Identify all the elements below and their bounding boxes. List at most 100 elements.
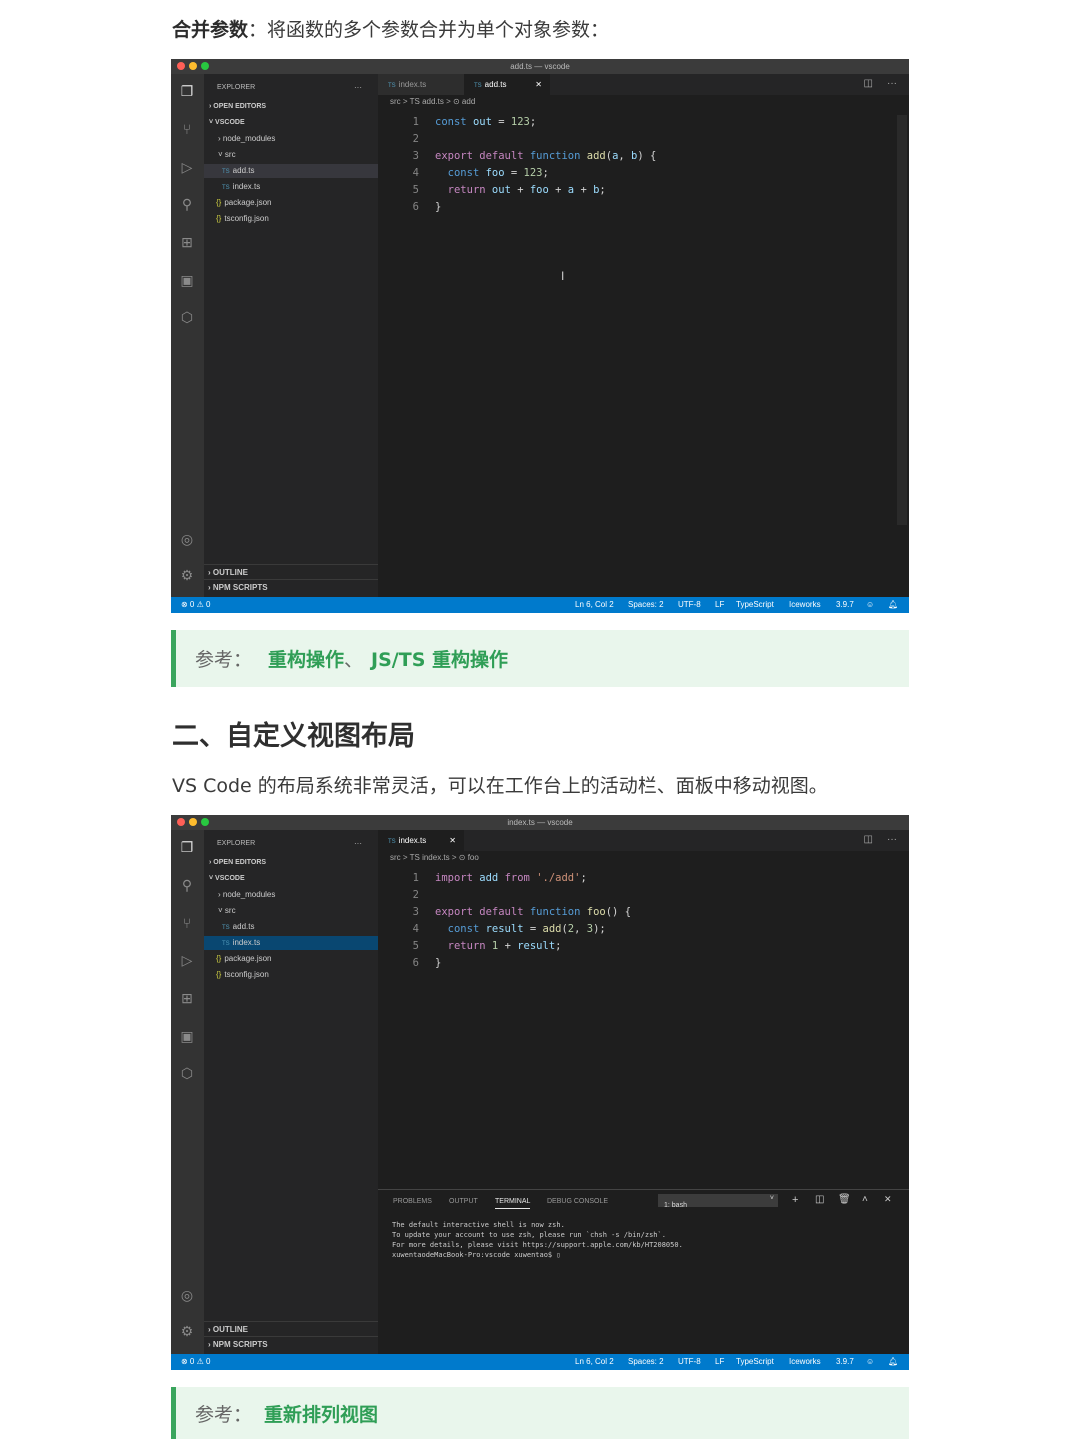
terminal-select[interactable]: 1: bash ˅ [658,1194,778,1209]
tree-item-node-modules[interactable]: › node_modules [204,888,378,902]
maximize-dot[interactable] [201,62,209,70]
bell-icon[interactable]: 🔔︎ [888,597,898,613]
chevron-up-icon[interactable]: ˄ [862,1194,868,1205]
more-actions-icon[interactable]: ··· [354,81,374,95]
gear-icon[interactable]: ⚙ [178,566,196,584]
iceworks-status[interactable]: Iceworks [789,597,821,613]
code-line-5: return out + foo + a + b; [447,184,606,196]
tab-output[interactable]: OUTPUT [449,1198,478,1205]
trash-icon[interactable]: 🗑︎ [838,1194,851,1205]
tree-item-tsconfig-json[interactable]: {} tsconfig.json [204,212,378,226]
tree-item-package-json[interactable]: {} package.json [204,952,378,966]
tab-index-ts[interactable]: TS index.ts [378,74,464,95]
status-bar: ⊗ 0 ⚠ 0 Ln 6, Col 2 Spaces: 2 UTF-8 LF T… [171,597,909,613]
more-actions-icon[interactable]: ··· [354,837,374,851]
extensions-icon[interactable]: ⊞ [178,233,196,251]
tree-item-label: add.ts [232,166,255,175]
refactor-link[interactable]: 重构操作 [268,645,344,672]
problems-status[interactable]: ⊗ 0 ⚠ 0 [181,1354,210,1370]
extensions-icon[interactable]: ⊞ [178,989,196,1007]
tree-item-src[interactable]: ˅ src [204,904,378,918]
close-dot[interactable] [177,818,185,826]
npm-scripts-section[interactable]: › NPM SCRIPTS [204,1336,378,1351]
rearrange-views-link[interactable]: 重新排列视图 [264,1400,378,1427]
eol-status[interactable]: LF [715,597,724,613]
workspace-section[interactable]: ˅ VSCODE [204,872,378,886]
remote-explorer-icon[interactable]: ▣ [178,1027,196,1045]
iceworks-icon[interactable]: ⬡ [178,1064,196,1082]
maximize-dot[interactable] [201,818,209,826]
feedback-icon[interactable]: ☺ [866,597,874,613]
tree-item-package-json[interactable]: {} package.json [204,196,378,210]
outline-section[interactable]: › OUTLINE [204,1321,378,1336]
encoding-status[interactable]: UTF-8 [678,1354,701,1370]
bell-icon[interactable]: 🔔︎ [888,1354,898,1370]
tab-terminal[interactable]: TERMINAL [495,1198,531,1209]
close-panel-icon[interactable]: ✕ [884,1194,892,1205]
tree-item-add-ts[interactable]: TS add.ts [204,920,378,934]
search-icon[interactable]: ⚲ [178,876,196,894]
workspace-section[interactable]: ˅ VSCODE [204,116,378,130]
terminal-output[interactable]: The default interactive shell is now zsh… [378,1220,909,1260]
breadcrumb[interactable]: src > TS index.ts > ⊙ foo [378,851,909,865]
account-icon[interactable]: ◎ [178,530,196,548]
tree-item-node-modules[interactable]: › node_modules [204,132,378,146]
split-editor-icon[interactable]: ◫ [864,834,873,845]
tab-problems[interactable]: PROBLEMS [393,1198,432,1205]
account-icon[interactable]: ◎ [178,1286,196,1304]
encoding-status[interactable]: UTF-8 [678,597,701,613]
npm-scripts-section[interactable]: › NPM SCRIPTS [204,579,378,594]
tree-item-src[interactable]: ˅ src [204,148,378,162]
ts-version-status[interactable]: 3.9.7 [836,597,854,613]
status-bar: ⊗ 0 ⚠ 0 Ln 6, Col 2 Spaces: 2 UTF-8 LF T… [171,1354,909,1370]
language-status[interactable]: TypeScript [736,1354,774,1370]
gear-icon[interactable]: ⚙ [178,1322,196,1340]
indentation-status[interactable]: Spaces: 2 [628,1354,664,1370]
more-actions-icon[interactable]: ··· [887,834,897,845]
files-icon[interactable]: ❐ [178,82,196,100]
source-control-icon[interactable]: ⑂ [178,120,196,138]
search-icon[interactable]: ⚲ [178,195,196,213]
tab-add-ts[interactable]: TS add.ts ✕ [464,74,550,95]
editor-scrollbar[interactable] [897,115,907,525]
run-debug-icon[interactable]: ▷ [178,158,196,176]
close-dot[interactable] [177,62,185,70]
remote-explorer-icon[interactable]: ▣ [178,271,196,289]
code-view[interactable]: 1 2 3 4 5 6 import add from './add'; exp… [378,872,909,992]
tree-item-add-ts[interactable]: TS add.ts [204,164,378,178]
minimize-dot[interactable] [189,62,197,70]
add-terminal-icon[interactable]: + [792,1194,798,1206]
ts-version-status[interactable]: 3.9.7 [836,1354,854,1370]
more-actions-icon[interactable]: ··· [887,78,897,89]
breadcrumb[interactable]: src > TS add.ts > ⊙ add [378,95,909,109]
tree-item-label: package.json [224,198,272,207]
outline-section[interactable]: › OUTLINE [204,564,378,579]
cursor-position-status[interactable]: Ln 6, Col 2 [575,1354,614,1370]
cursor-position-status[interactable]: Ln 6, Col 2 [575,597,614,613]
outline-label: OUTLINE [212,1325,248,1334]
tree-item-index-ts[interactable]: TS index.ts [204,936,378,950]
open-editors-section[interactable]: › OPEN EDITORS [204,856,378,870]
run-debug-icon[interactable]: ▷ [178,951,196,969]
split-terminal-icon[interactable]: ◫ [815,1194,824,1205]
source-control-icon[interactable]: ⑂ [178,914,196,932]
tab-index-ts[interactable]: TS index.ts ✕ [378,830,464,851]
tree-item-tsconfig-json[interactable]: {} tsconfig.json [204,968,378,982]
open-editors-section[interactable]: › OPEN EDITORS [204,100,378,114]
close-icon[interactable]: ✕ [449,830,456,851]
close-icon[interactable]: ✕ [535,74,542,95]
code-view[interactable]: 1 2 3 4 5 6 const out = 123; export defa… [378,116,909,236]
problems-status[interactable]: ⊗ 0 ⚠ 0 [181,597,210,613]
split-editor-icon[interactable]: ◫ [864,78,873,89]
feedback-icon[interactable]: ☺ [866,1354,874,1370]
js-ts-refactor-link[interactable]: JS/TS 重构操作 [371,645,508,672]
tab-debug-console[interactable]: DEBUG CONSOLE [547,1198,608,1205]
language-status[interactable]: TypeScript [736,597,774,613]
minimize-dot[interactable] [189,818,197,826]
files-icon[interactable]: ❐ [178,838,196,856]
tree-item-index-ts[interactable]: TS index.ts [204,180,378,194]
iceworks-status[interactable]: Iceworks [789,1354,821,1370]
indentation-status[interactable]: Spaces: 2 [628,597,664,613]
eol-status[interactable]: LF [715,1354,724,1370]
iceworks-icon[interactable]: ⬡ [178,308,196,326]
